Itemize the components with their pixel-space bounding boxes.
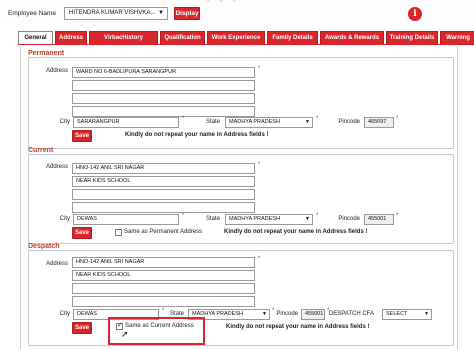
- same-as-permanent-label: Same as Permanent Address: [124, 229, 203, 235]
- tab-training-details[interactable]: Training Details: [386, 31, 438, 45]
- permanent-address-line-2[interactable]: [72, 80, 255, 91]
- despatch-address-line-1[interactable]: HNO-142 ANIL SRI NAGAR: [72, 257, 255, 268]
- despatch-pincode-label: Pincode: [276, 311, 298, 317]
- permanent-save-button[interactable]: Save: [72, 130, 92, 142]
- tab-general[interactable]: General: [18, 31, 53, 45]
- required-icon: *: [316, 116, 319, 122]
- chevron-down-icon: ▼: [262, 311, 267, 317]
- header-decoration: ✦ ✦ ✦: [205, 0, 240, 5]
- permanent-address-line-4[interactable]: [72, 106, 255, 117]
- permanent-warning-text: Kindly do not repeat your name in Addres…: [125, 132, 269, 138]
- permanent-pincode-input[interactable]: 465697: [364, 117, 394, 128]
- required-icon: *: [182, 116, 185, 122]
- permanent-city-input[interactable]: SARARANGPUR: [73, 117, 179, 128]
- current-city-input[interactable]: DEWAS: [73, 214, 179, 225]
- required-icon: *: [396, 213, 399, 219]
- tab-awards-rewards[interactable]: Awards & Rewards: [320, 31, 384, 45]
- tab-warning[interactable]: Warning: [440, 31, 474, 45]
- employee-name-select[interactable]: HITENDRA KUMAR VISHVKA... ▼: [64, 7, 168, 20]
- current-state-select[interactable]: MADHYA PRADESH ▼: [225, 214, 313, 225]
- despatch-address-line-3[interactable]: [72, 283, 255, 294]
- required-icon: *: [258, 162, 261, 168]
- employee-name-label: Employee Name: [8, 10, 57, 17]
- required-icon: *: [258, 256, 261, 262]
- current-state-value: MADHYA PRADESH: [229, 216, 280, 222]
- current-warning-text: Kindly do not repeat your name in Addres…: [224, 229, 368, 235]
- tab-qualification[interactable]: Qualification: [160, 31, 205, 45]
- despatch-address-line-2[interactable]: NEAR KIDS SCHOOL: [72, 270, 255, 281]
- current-address-line-3[interactable]: [72, 189, 255, 200]
- despatch-title: Despatch: [28, 243, 60, 250]
- same-as-permanent-checkbox[interactable]: [115, 229, 122, 236]
- current-title: Current: [28, 147, 54, 154]
- permanent-title: Permanent: [28, 50, 65, 57]
- tab-family-details[interactable]: Family Details: [267, 31, 318, 45]
- current-address-line-1[interactable]: HNO-142 ANIL SRI NAGAR: [72, 163, 255, 174]
- permanent-state-select[interactable]: MADHYA PRADESH ▼: [225, 117, 313, 128]
- tab-underline: [18, 44, 458, 45]
- despatch-address-line-4[interactable]: [72, 296, 255, 307]
- info-icon[interactable]: i: [408, 7, 422, 21]
- chevron-down-icon: ▼: [305, 119, 310, 125]
- permanent-pincode-label: Pincode: [338, 119, 360, 125]
- permanent-city-label: City: [59, 119, 70, 125]
- display-button[interactable]: Display: [174, 7, 200, 20]
- current-save-button[interactable]: Save: [72, 227, 92, 239]
- current-pincode-label: Pincode: [338, 216, 360, 222]
- current-address-label: Address: [45, 164, 68, 170]
- current-city-label: City: [59, 216, 70, 222]
- permanent-address-line-1[interactable]: WARD NO 6-BADLIPURA SARANGPUR: [72, 67, 255, 78]
- tab-bar: General Address VirbacHistory Qualificat…: [18, 31, 474, 45]
- tab-virbachistory[interactable]: VirbacHistory: [89, 31, 158, 45]
- permanent-address-label: Address: [45, 68, 68, 74]
- required-icon: *: [258, 66, 261, 72]
- despatch-warning-text: Kindly do not repeat your name in Addres…: [226, 324, 370, 330]
- tab-address[interactable]: Address: [55, 31, 87, 45]
- tab-work-experience[interactable]: Work Experience: [207, 31, 265, 45]
- employee-name-value: HITENDRA KUMAR VISHVKA...: [69, 10, 156, 16]
- current-address-line-2[interactable]: NEAR KIDS SCHOOL: [72, 176, 255, 187]
- despatch-cfa-select[interactable]: SELECT ▼: [382, 309, 432, 320]
- required-icon: *: [396, 116, 399, 122]
- required-icon: *: [316, 213, 319, 219]
- required-icon: *: [182, 213, 185, 219]
- chevron-down-icon: ▼: [424, 311, 429, 317]
- despatch-cfa-label: DESPATCH CFA: [328, 311, 374, 317]
- current-pincode-input[interactable]: 455001: [364, 214, 394, 225]
- permanent-state-value: MADHYA PRADESH: [229, 119, 280, 125]
- current-address-line-4[interactable]: [72, 202, 255, 213]
- permanent-address-line-3[interactable]: [72, 93, 255, 104]
- despatch-cfa-value: SELECT: [386, 311, 408, 317]
- despatch-save-button[interactable]: Save: [72, 322, 92, 334]
- despatch-address-label: Address: [45, 261, 68, 267]
- permanent-state-label: State: [205, 119, 220, 125]
- despatch-city-label: City: [59, 311, 70, 317]
- chevron-down-icon: ▼: [158, 10, 164, 16]
- chevron-down-icon: ▼: [305, 216, 310, 222]
- current-state-label: State: [205, 216, 220, 222]
- mouse-cursor-icon: ➚: [121, 329, 129, 339]
